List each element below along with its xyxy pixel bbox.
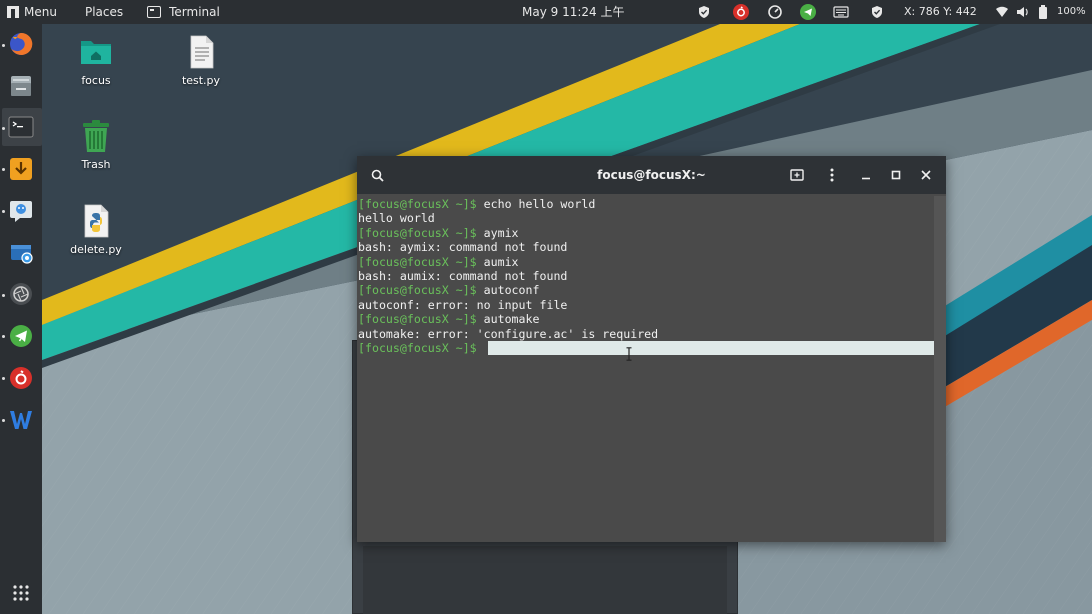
pointer-coordinates: X: 786 Y: 442 (904, 5, 977, 18)
background-window-panel (363, 546, 727, 614)
terminal-taskbar-button[interactable]: Terminal (141, 0, 226, 24)
terminal-line: [focus@focusX ~]$ automake (358, 312, 934, 326)
telegram-dock-icon[interactable] (6, 321, 36, 351)
maximize-icon[interactable] (888, 167, 904, 183)
shell-prompt: [focus@focusX ~]$ (358, 312, 484, 327)
wps-writer-icon[interactable] (6, 405, 36, 435)
battery-percentage: 100% (1057, 6, 1086, 17)
output-text: bash: aumix: command not found (358, 268, 568, 283)
terminal-taskbar-label: Terminal (169, 5, 220, 19)
output-text: automake: error: 'configure.ac' is requi… (358, 326, 659, 341)
aperture-app-icon[interactable] (6, 279, 36, 309)
desktop-icon-test-py[interactable]: test.py (161, 34, 241, 87)
terminal-line: [focus@focusX ~]$ autoconf (358, 283, 934, 297)
desktop-icon-label: Trash (81, 158, 111, 171)
command-text: aumix (483, 254, 519, 269)
output-text: bash: aymix: command not found (358, 240, 568, 255)
search-icon[interactable] (369, 167, 385, 183)
terminal-icon (147, 6, 162, 18)
command-text: autoconf (483, 283, 540, 298)
text-cursor-icon (626, 347, 632, 361)
clock[interactable]: May 9 11:24 上午 (522, 0, 624, 24)
python-file-icon (84, 204, 109, 238)
file-manager-icon[interactable] (6, 71, 36, 101)
netease-music-dock-icon[interactable] (6, 363, 36, 393)
command-text: automake (483, 312, 540, 327)
firefox-icon[interactable] (6, 29, 36, 59)
command-text: echo hello world (483, 197, 596, 211)
input-selection-bar[interactable] (488, 340, 934, 355)
terminal-scrollbar[interactable] (934, 196, 946, 542)
trash-icon (83, 120, 109, 152)
new-tab-icon[interactable] (789, 167, 805, 183)
shell-prompt: [focus@focusX ~]$ (358, 254, 484, 269)
terminal-output[interactable]: [focus@focusX ~]$ echo hello world hello… (357, 196, 934, 542)
download-manager-icon[interactable] (6, 154, 36, 184)
running-indicator (2, 168, 5, 171)
terminal-line: autoconf: error: no input file (358, 298, 934, 312)
terminal-line: [focus@focusX ~]$ aumix (358, 255, 934, 269)
security-shield-icon[interactable] (869, 4, 885, 20)
dock (0, 24, 42, 614)
running-indicator (2, 335, 5, 338)
desktop-icon-focus-folder[interactable]: focus (56, 34, 136, 87)
minimize-icon[interactable] (858, 167, 874, 183)
volume-icon[interactable] (1014, 4, 1030, 20)
netease-music-icon[interactable] (733, 4, 749, 20)
terminal-line: bash: aymix: command not found (358, 240, 934, 254)
places-button[interactable]: Places (79, 0, 129, 24)
shield-icon[interactable] (696, 4, 712, 20)
running-indicator (2, 377, 5, 380)
terminal-line: [focus@focusX ~]$ echo hello world (358, 197, 934, 211)
desktop-icon-trash[interactable]: Trash (56, 118, 136, 171)
battery-icon[interactable] (1035, 4, 1051, 20)
top-panel: Menu Places Terminal May 9 11:24 上午 X: 7… (0, 0, 1092, 24)
running-indicator (2, 294, 5, 297)
screenshot-app-icon[interactable] (6, 238, 36, 268)
terminal-window[interactable]: focus@focusX:~ [focus@focusX ~]$ echo he… (357, 156, 946, 542)
desktop-icon-label: delete.py (70, 243, 122, 256)
terminal-dock-icon[interactable] (6, 112, 36, 142)
terminal-line: [focus@focusX ~]$ aymix (358, 226, 934, 240)
chat-app-icon[interactable] (6, 196, 36, 226)
running-indicator (2, 419, 5, 422)
menu-label: Menu (24, 5, 57, 19)
shell-prompt: [focus@focusX ~]$ (358, 283, 484, 298)
output-text: autoconf: error: no input file (358, 297, 568, 312)
terminal-line: automake: error: 'configure.ac' is requi… (358, 327, 934, 341)
menu-button[interactable]: Menu (0, 0, 63, 24)
current-input-line[interactable]: [focus@focusX ~]$ (358, 340, 934, 355)
terminal-line: bash: aumix: command not found (358, 269, 934, 283)
telegram-icon[interactable] (800, 4, 816, 20)
desktop-icon-label: focus (81, 74, 111, 87)
desktop-icon-label: test.py (181, 74, 221, 87)
running-indicator (2, 44, 5, 47)
wifi-icon[interactable] (994, 4, 1010, 20)
terminal-header-bar[interactable]: focus@focusX:~ (357, 156, 946, 194)
text-file-icon (190, 35, 214, 69)
command-text: aymix (483, 225, 519, 240)
desktop-icon-delete-py[interactable]: delete.py (56, 203, 136, 256)
keyboard-icon[interactable] (833, 4, 849, 20)
output-text: hello world (358, 211, 435, 226)
shell-prompt: [focus@focusX ~]$ (358, 340, 484, 355)
terminal-line: hello world (358, 211, 934, 225)
places-label: Places (84, 5, 124, 19)
shell-prompt: [focus@focusX ~]$ (358, 197, 484, 211)
home-folder-icon (81, 41, 111, 64)
close-icon[interactable] (918, 167, 934, 183)
menu-logo-icon (6, 5, 20, 19)
shell-prompt: [focus@focusX ~]$ (358, 225, 484, 240)
running-indicator (2, 210, 5, 213)
running-indicator (2, 127, 5, 130)
more-options-icon[interactable] (824, 167, 840, 183)
app-grid-icon[interactable] (6, 578, 36, 608)
speedometer-icon[interactable] (767, 4, 783, 20)
